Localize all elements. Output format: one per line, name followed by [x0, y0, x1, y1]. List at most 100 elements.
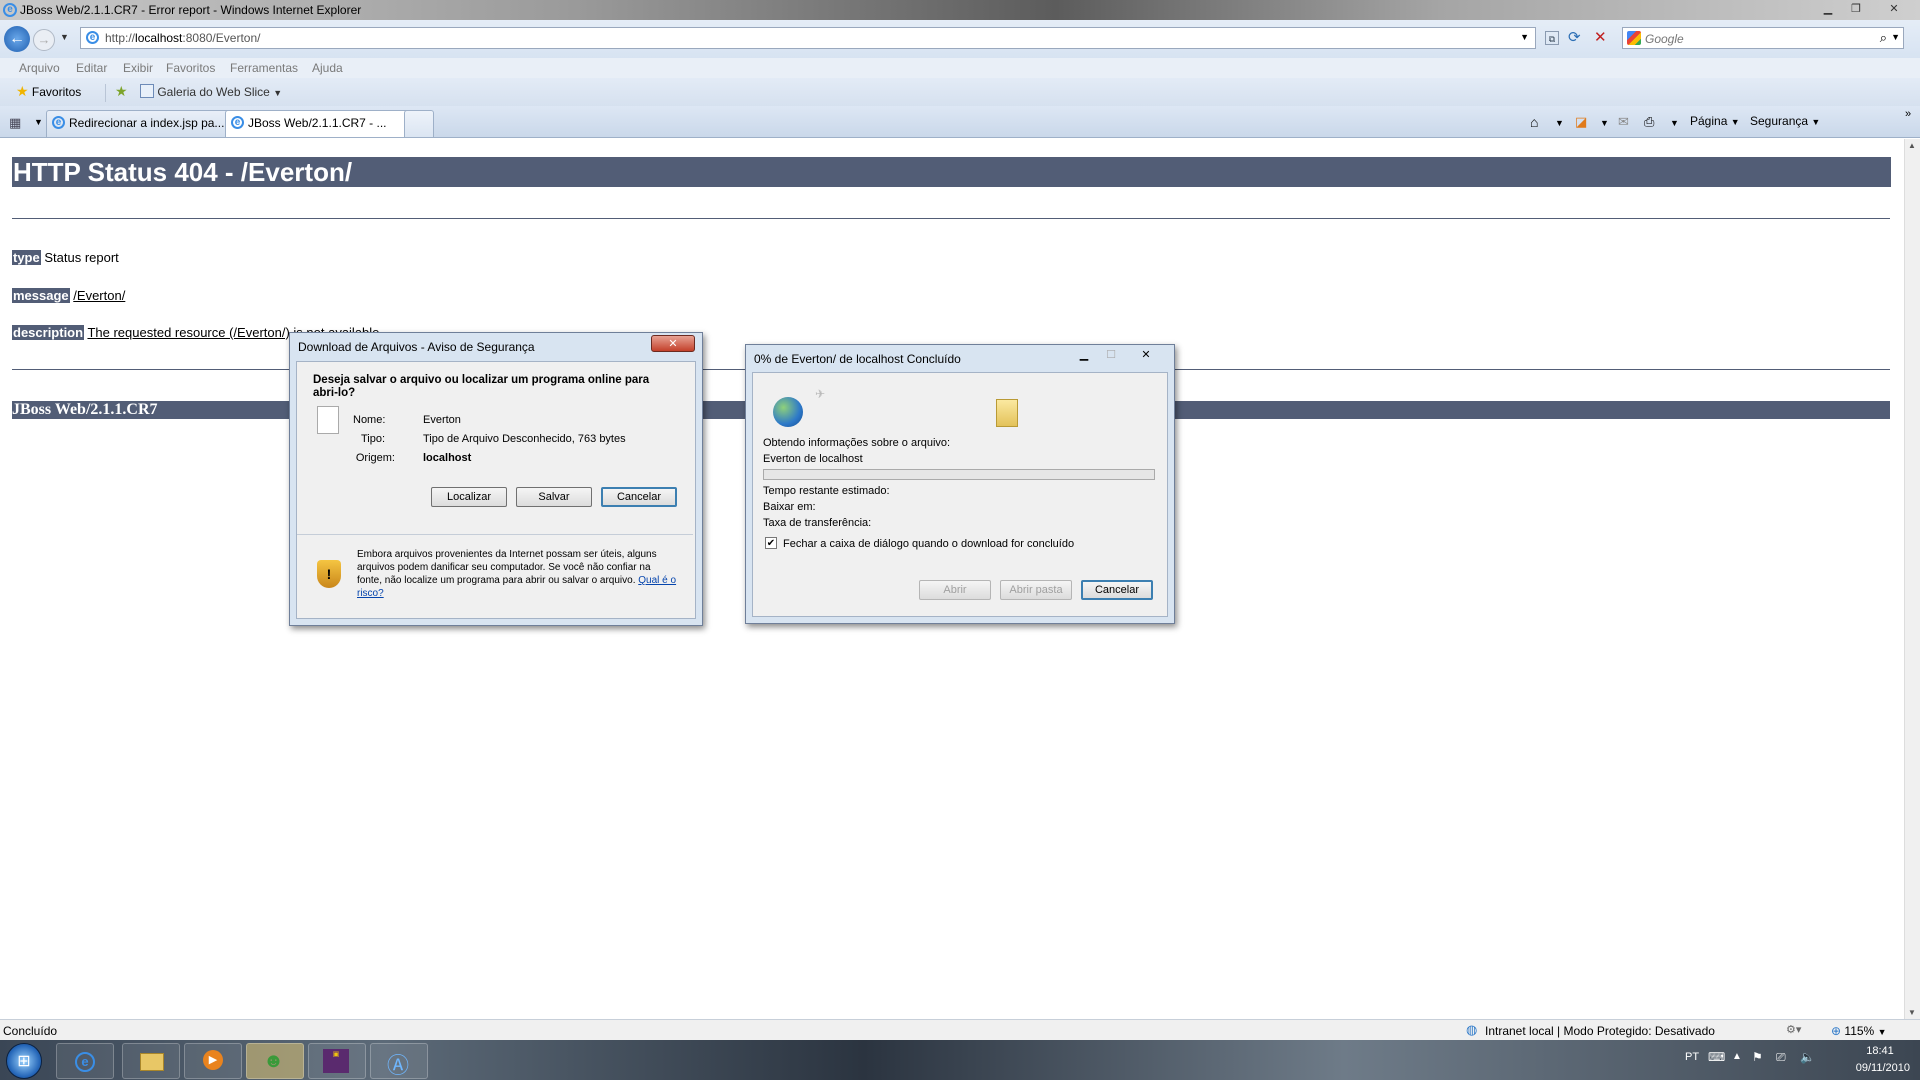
show-hidden-icons-icon[interactable]: ▲ [1732, 1051, 1742, 1062]
divider [12, 218, 1890, 219]
find-button[interactable]: Localizar [431, 487, 507, 507]
menu-ferramentas[interactable]: Ferramentas [230, 61, 298, 75]
app-a-icon: Ⓐ [387, 1053, 410, 1078]
menu-exibir[interactable]: Exibir [123, 61, 153, 75]
origin-label: Origem: [355, 452, 395, 464]
dialog-title: Download de Arquivos - Aviso de Seguranç… [298, 340, 535, 354]
language-indicator[interactable]: PT [1685, 1051, 1699, 1063]
clock-time[interactable]: 18:41 [1850, 1045, 1910, 1057]
address-url: http://localhost:8080/Everton/ [105, 31, 261, 45]
minimize-icon[interactable]: ▁ [1815, 2, 1841, 16]
scroll-up-icon[interactable]: ▲ [1908, 141, 1916, 150]
search-box[interactable]: Google ⌕ ▼ [1622, 27, 1904, 49]
protected-mode-icon[interactable]: ⚙▾ [1786, 1023, 1801, 1036]
taskbar-explorer-button[interactable] [122, 1043, 180, 1079]
network-icon[interactable]: ⎚ [1776, 1050, 1786, 1065]
type-label: Tipo: [360, 433, 385, 445]
save-button[interactable]: Salvar [516, 487, 592, 507]
add-favorite-icon[interactable]: ★ [115, 83, 128, 100]
stop-icon[interactable]: ✕ [1594, 28, 1607, 46]
page-icon: e [86, 31, 99, 44]
message-line: message /Everton/ [12, 288, 125, 303]
type-value: Status report [44, 250, 119, 265]
taskbar-messenger-button[interactable]: ☻ [246, 1043, 304, 1079]
chevron-down-icon: ▼ [1811, 117, 1821, 127]
warning-text: Embora arquivos provenientes da Internet… [357, 548, 677, 600]
new-tab-button[interactable] [404, 110, 434, 137]
keyboard-icon[interactable]: ⌨ [1708, 1050, 1725, 1064]
action-center-flag-icon[interactable]: ⚑ [1752, 1050, 1763, 1064]
history-dropdown-icon[interactable]: ▼ [60, 32, 69, 42]
folder-icon [996, 399, 1018, 427]
close-on-complete-label[interactable]: Fechar a caixa de diálogo quando o downl… [783, 538, 1074, 550]
dialog-title: 0% de Everton/ de localhost Concluído [754, 352, 961, 366]
clock-date[interactable]: 09/11/2010 [1828, 1062, 1910, 1074]
webslice-gallery-button[interactable]: Galeria do Web Slice ▼ [140, 84, 282, 99]
home-dropdown-icon[interactable]: ▼ [1555, 118, 1564, 128]
address-bar[interactable]: e http://localhost:8080/Everton/ ▼ [80, 27, 1536, 49]
menu-ajuda[interactable]: Ajuda [312, 61, 343, 75]
forward-button[interactable]: → [33, 29, 55, 51]
vertical-scrollbar[interactable]: ▲ ▼ [1904, 139, 1920, 1019]
favorites-bar [0, 78, 1920, 106]
print-icon[interactable]: ⎙ [1644, 114, 1654, 130]
eclipse-icon: ▣ [323, 1049, 349, 1073]
media-player-icon: ▶ [203, 1050, 223, 1070]
address-dropdown-icon[interactable]: ▼ [1520, 32, 1529, 42]
volume-icon[interactable]: 🔈 [1800, 1050, 1815, 1064]
cancel-button[interactable]: Cancelar [601, 487, 677, 507]
search-dropdown-icon[interactable]: ▼ [1891, 32, 1900, 42]
dialog-body: Deseja salvar o arquivo ou localizar um … [296, 361, 696, 619]
minimize-icon[interactable]: ▁ [1072, 348, 1096, 363]
taskbar-mediaplayer-button[interactable]: ▶ [184, 1043, 242, 1079]
print-dropdown-icon[interactable]: ▼ [1670, 118, 1679, 128]
tab-list-dropdown-icon[interactable]: ▼ [34, 117, 43, 127]
cancel-button[interactable]: Cancelar [1081, 580, 1153, 600]
home-icon[interactable]: ⌂ [1530, 114, 1538, 130]
origin-value: localhost [423, 452, 472, 464]
restore-icon[interactable]: ❐ [1843, 2, 1869, 16]
taskbar-java-ee-button[interactable]: ▣ [308, 1043, 366, 1079]
message-value: /Everton/ [73, 288, 126, 303]
menu-arquivo[interactable]: Arquivo [19, 61, 60, 75]
ie-logo-icon: e [3, 3, 17, 17]
start-button[interactable]: ⊞ [6, 1043, 42, 1079]
security-zone[interactable]: Intranet local | Modo Protegido: Desativ… [1485, 1024, 1715, 1038]
tab-ie-icon: e [231, 116, 244, 129]
scroll-down-icon[interactable]: ▼ [1908, 1008, 1916, 1017]
zoom-level: 115% [1844, 1024, 1875, 1038]
chevron-down-icon: ▼ [1877, 1027, 1887, 1037]
favorites-button[interactable]: ★ Favoritos [16, 83, 81, 100]
close-on-complete-checkbox[interactable]: ✔ [765, 537, 777, 549]
quick-tabs-icon[interactable]: ▦ [9, 115, 25, 130]
feeds-dropdown-icon[interactable]: ▼ [1600, 118, 1609, 128]
tab-redirecionar[interactable]: e Redirecionar a index.jsp pa... [46, 110, 246, 137]
tab-label: JBoss Web/2.1.1.CR7 - ... [248, 116, 387, 130]
tab-jboss[interactable]: e JBoss Web/2.1.1.CR7 - ... ✕ [225, 110, 425, 137]
page-menu[interactable]: Página ▼ [1690, 114, 1740, 128]
dialog-close-button[interactable]: ✕ [651, 335, 695, 352]
zoom-icon: ⊕ [1831, 1024, 1842, 1038]
back-button[interactable]: ← [4, 26, 30, 52]
compatibility-icon[interactable]: ⧉ [1545, 31, 1559, 45]
maximize-icon: ☐ [1106, 349, 1116, 361]
chevron-more-icon[interactable]: » [1905, 108, 1911, 120]
zoom-control[interactable]: ⊕ 115% ▼ [1831, 1024, 1886, 1038]
menu-favoritos[interactable]: Favoritos [166, 61, 215, 75]
menu-editar[interactable]: Editar [76, 61, 107, 75]
mail-icon[interactable]: ✉ [1618, 114, 1629, 130]
star-icon: ★ [16, 83, 29, 99]
dialog-body: ✈ Obtendo informações sobre o arquivo: E… [752, 372, 1168, 617]
close-icon[interactable]: ✕ [1881, 2, 1907, 16]
dialog-close-button[interactable]: ✕ [1131, 348, 1161, 363]
feeds-icon[interactable]: ◪ [1575, 114, 1587, 130]
refresh-icon[interactable]: ⟳ [1568, 28, 1581, 46]
message-label: message [12, 288, 70, 303]
favorites-label: Favoritos [31, 85, 82, 99]
file-icon [317, 406, 339, 434]
taskbar-ie-button[interactable]: e [56, 1043, 114, 1079]
search-icon[interactable]: ⌕ [1880, 30, 1887, 46]
security-menu[interactable]: Segurança ▼ [1750, 114, 1820, 128]
google-icon [1627, 31, 1641, 45]
taskbar-app-button[interactable]: Ⓐ [370, 1043, 428, 1079]
